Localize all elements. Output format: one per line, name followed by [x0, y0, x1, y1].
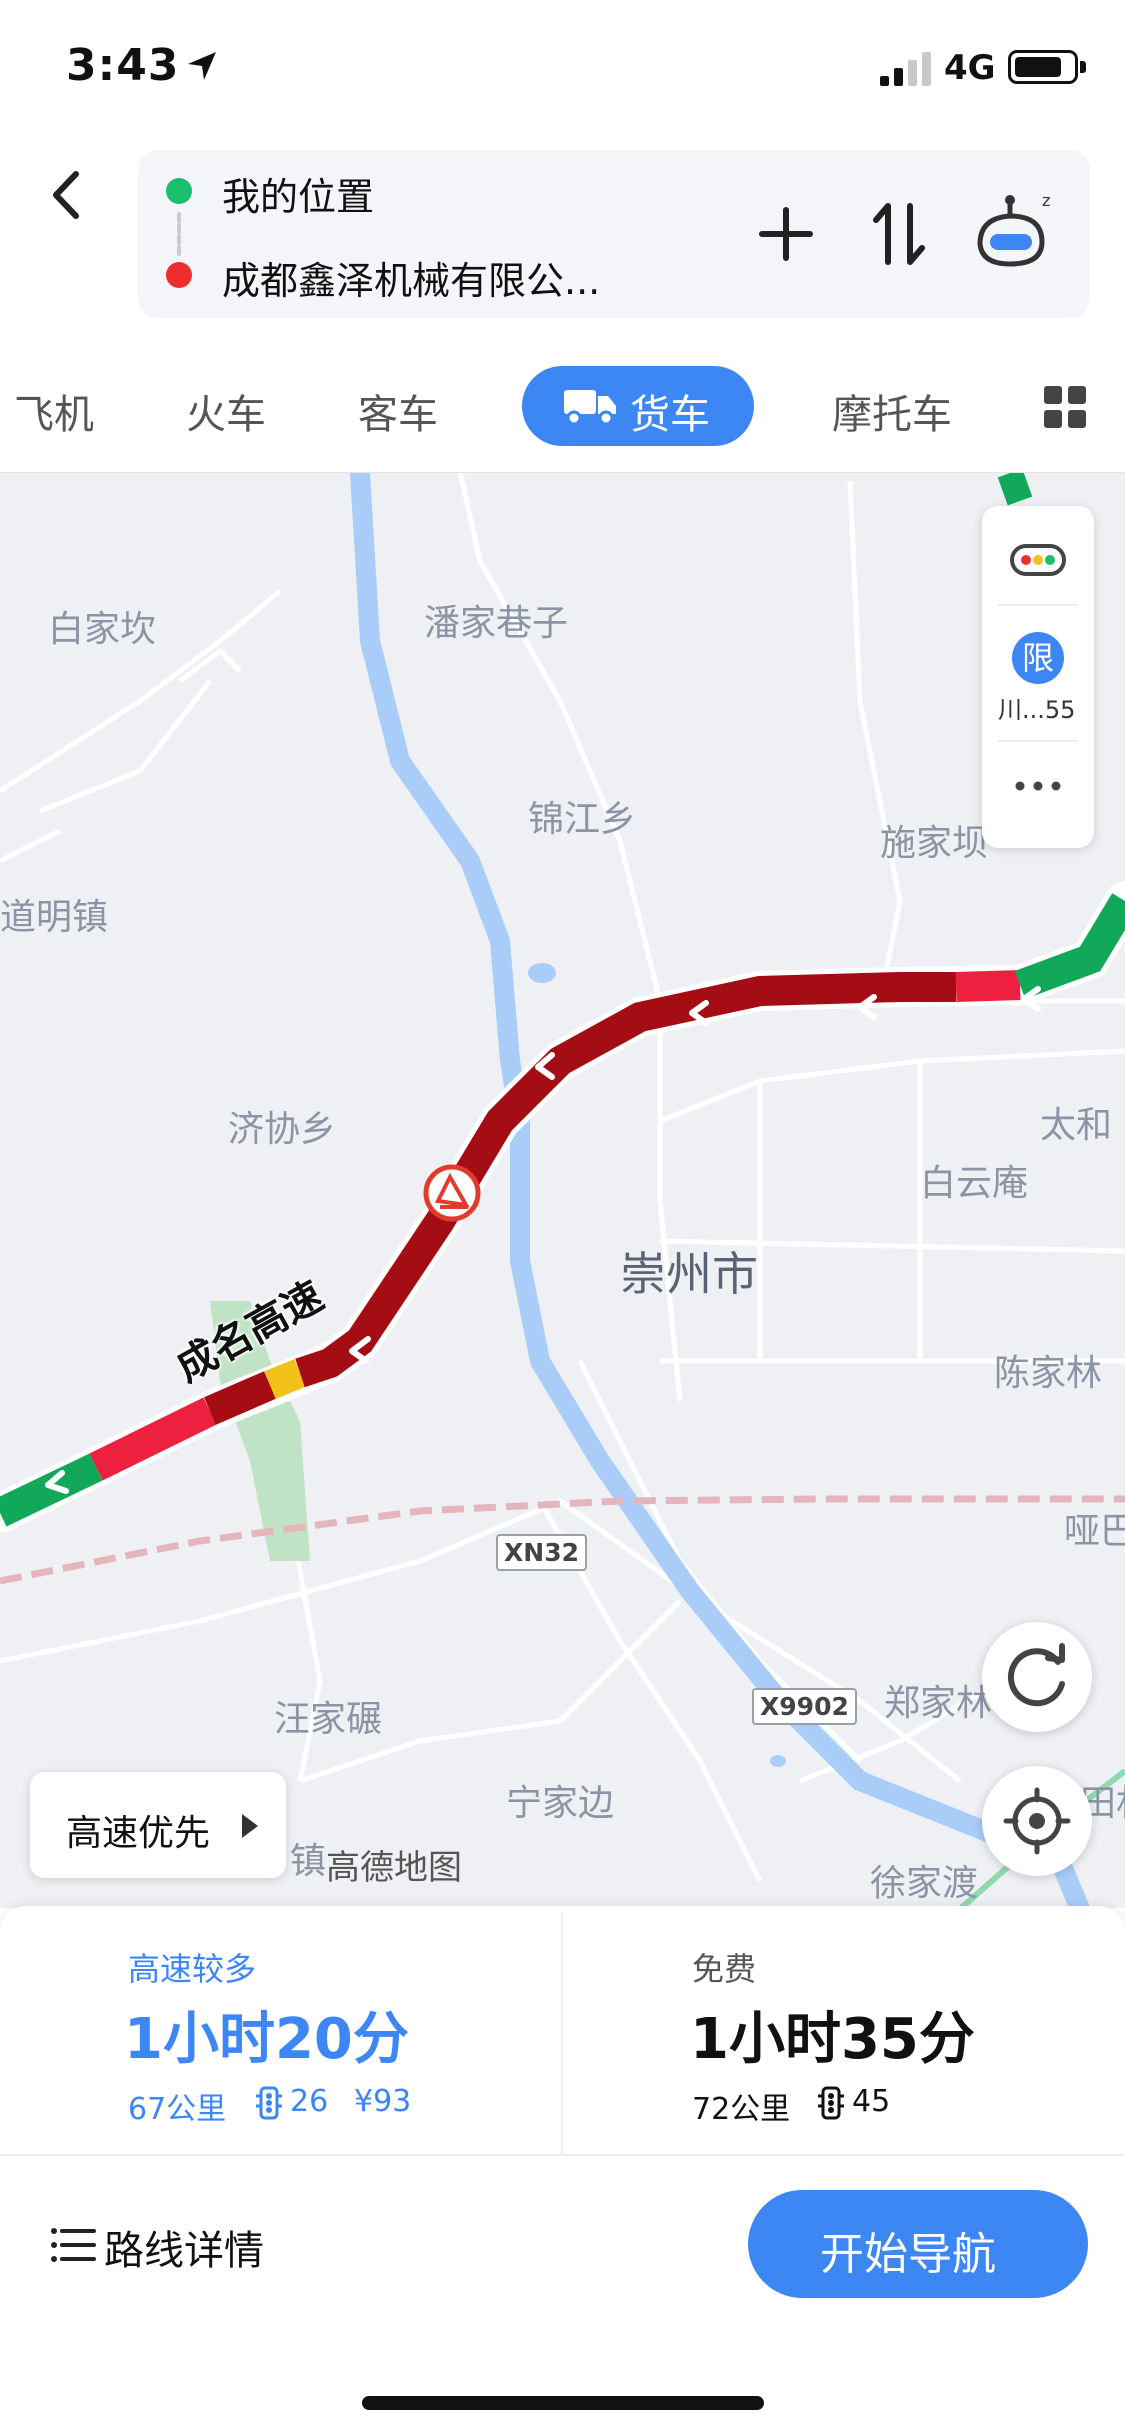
swap-icon[interactable]	[872, 200, 926, 268]
status-time: 3:43	[66, 40, 180, 91]
tab-train[interactable]: 火车	[186, 382, 266, 440]
road-tag: X9902	[752, 1688, 857, 1725]
tab-plane[interactable]: 飞机	[14, 382, 94, 440]
traffic-light-icon	[256, 2086, 282, 2120]
tab-truck-label: 货车	[630, 392, 710, 438]
option-distance: 72公里	[692, 2092, 791, 2127]
more-icon[interactable]	[1014, 780, 1062, 792]
tab-motorcycle[interactable]: 摩托车	[832, 382, 952, 440]
panel-divider	[998, 604, 1078, 606]
network-type: 4G	[944, 48, 996, 88]
option-fee: ¥93	[354, 2084, 412, 2119]
map-watermark: 高德地图	[326, 1848, 462, 1888]
road-tag: XN32	[496, 1534, 587, 1571]
place-label: 宁家边	[506, 1783, 615, 1824]
panel-divider	[998, 740, 1078, 742]
locate-icon	[1003, 1787, 1071, 1855]
location-arrow-icon	[188, 52, 216, 80]
back-icon[interactable]	[40, 160, 90, 230]
route-preference-button[interactable]: 高速优先	[30, 1772, 286, 1878]
place-label: 施家坝	[880, 823, 989, 864]
more-grid-icon[interactable]	[1044, 386, 1086, 428]
option-lights: 45	[852, 2084, 891, 2119]
assistant-bot-icon[interactable]: z	[970, 188, 1060, 272]
tab-bus[interactable]: 客车	[358, 382, 438, 440]
option-distance: 67公里	[128, 2092, 227, 2127]
add-waypoint-icon[interactable]	[758, 206, 814, 262]
place-label: 道明镇	[0, 897, 109, 938]
place-label: 济协乡	[228, 1109, 337, 1150]
signal-icon	[880, 52, 931, 86]
locate-button[interactable]	[982, 1766, 1092, 1876]
play-arrow-icon	[242, 1814, 258, 1838]
battery-tip	[1080, 61, 1086, 73]
option-time: 1小时35分	[690, 2007, 975, 2072]
start-navigation-button[interactable]: 开始导航	[748, 2190, 1088, 2298]
traffic-light-icon[interactable]	[1010, 544, 1066, 576]
plate-number[interactable]: 川...55	[998, 690, 1075, 725]
list-icon[interactable]	[50, 2226, 96, 2264]
truck-icon	[564, 390, 616, 426]
place-label: 白云庵	[920, 1163, 1029, 1204]
place-label: 徐家渡	[870, 1863, 979, 1904]
route-details-link[interactable]: 路线详情	[104, 2218, 264, 2276]
place-label: 哑巴	[1064, 1511, 1125, 1552]
place-label: 白家坎	[48, 609, 157, 650]
origin-dot-icon	[166, 178, 192, 204]
place-label: 郑家林	[884, 1683, 993, 1724]
panel-divider	[0, 2154, 1125, 2156]
place-label: 陈家林	[994, 1353, 1103, 1394]
route-preference-label: 高速优先	[66, 1813, 211, 1854]
destination-dot-icon	[166, 262, 192, 288]
option-time: 1小时20分	[124, 2007, 409, 2072]
refresh-button[interactable]	[982, 1622, 1092, 1732]
origin-field[interactable]: 我的位置	[222, 166, 374, 221]
place-label: 汪家碾	[274, 1699, 383, 1740]
option-tag: 高速较多	[128, 1950, 257, 1988]
option-lights: 26	[290, 2084, 329, 2119]
city-label: 崇州市	[620, 1247, 758, 1301]
traffic-light-icon	[818, 2086, 844, 2120]
place-label: 潘家巷子	[424, 603, 569, 644]
refresh-icon	[1007, 1643, 1065, 1707]
place-label: 太和	[1040, 1105, 1113, 1146]
start-navigation-label: 开始导航	[820, 2229, 996, 2280]
battery-icon	[1008, 50, 1078, 84]
place-label: 镇	[290, 1841, 327, 1882]
tab-truck[interactable]: 货车	[522, 366, 754, 446]
truck-restriction-badge[interactable]: 限	[1012, 632, 1064, 684]
destination-field[interactable]: 成都鑫泽机械有限公...	[222, 250, 600, 305]
option-tag: 免费	[692, 1950, 757, 1988]
place-label: 锦江乡	[528, 799, 637, 840]
route-dots	[177, 212, 181, 256]
home-indicator	[362, 2396, 764, 2410]
svg-text:z: z	[1042, 191, 1050, 210]
